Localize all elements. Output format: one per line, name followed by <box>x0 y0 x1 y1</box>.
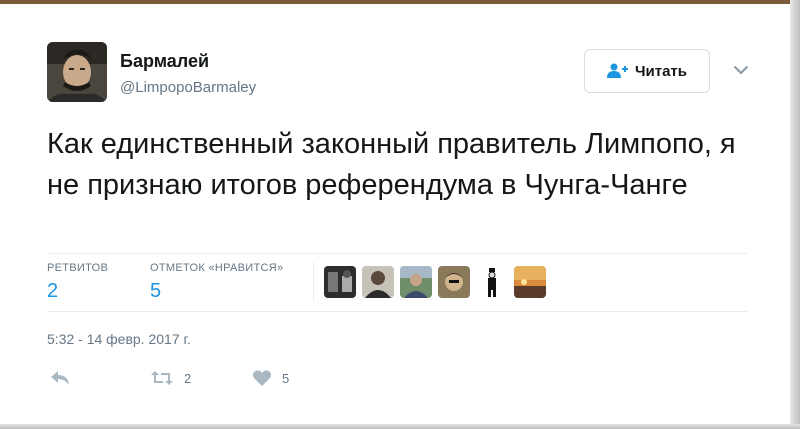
likes-count: 5 <box>150 280 162 302</box>
liker-avatars <box>324 266 546 298</box>
avatar[interactable] <box>47 42 107 102</box>
liker-avatar[interactable] <box>476 266 508 298</box>
divider-middle <box>47 311 747 312</box>
liker-avatar-image <box>362 266 394 298</box>
liker-avatar-image <box>514 266 546 298</box>
stats-separator <box>313 262 314 302</box>
retweets-label: РЕТВИТОВ <box>47 262 109 274</box>
like-button[interactable]: 5 <box>252 369 289 387</box>
follow-button-label: Читать <box>634 62 688 80</box>
liker-avatar-image <box>400 266 432 298</box>
likes-label: ОТМЕТОК «НРАВИТСЯ» <box>150 262 284 274</box>
liker-avatar[interactable] <box>400 266 432 298</box>
retweet-button[interactable]: 2 <box>150 369 191 387</box>
retweets-stat[interactable]: РЕТВИТОВ 2 <box>47 262 108 303</box>
avatar-portrait <box>47 42 107 102</box>
liker-avatar-image <box>438 266 470 298</box>
tweet-text: Как единственный законный правитель Лимп… <box>47 128 736 201</box>
like-action-count: 5 <box>282 370 290 386</box>
chevron-down-icon[interactable] <box>731 62 751 78</box>
window-frame-right <box>790 0 800 429</box>
follow-person-plus-icon <box>606 63 628 78</box>
user-handle[interactable]: @LimpopoBarmaley <box>120 79 256 96</box>
follow-button[interactable]: Читать <box>584 49 710 93</box>
top-edge-strip <box>0 0 800 4</box>
divider-top <box>47 253 747 254</box>
retweets-count: 2 <box>47 280 59 302</box>
retweet-icon <box>151 371 173 385</box>
likes-stat[interactable]: ОТМЕТОК «НРАВИТСЯ» 5 <box>150 262 283 303</box>
tweet-timestamp[interactable]: 5:32 - 14 февр. 2017 г. <box>47 331 191 347</box>
liker-avatar-image <box>476 266 508 298</box>
reply-button[interactable] <box>49 369 71 387</box>
window-frame-bottom <box>0 424 800 429</box>
liker-avatar[interactable] <box>514 266 546 298</box>
liker-avatar[interactable] <box>438 266 470 298</box>
heart-icon <box>252 370 272 386</box>
liker-avatar[interactable] <box>324 266 356 298</box>
reply-icon <box>51 371 69 385</box>
retweet-action-count: 2 <box>184 370 192 386</box>
user-display-name[interactable]: Бармалей <box>120 51 209 72</box>
liker-avatar-image <box>324 266 356 298</box>
liker-avatar[interactable] <box>362 266 394 298</box>
